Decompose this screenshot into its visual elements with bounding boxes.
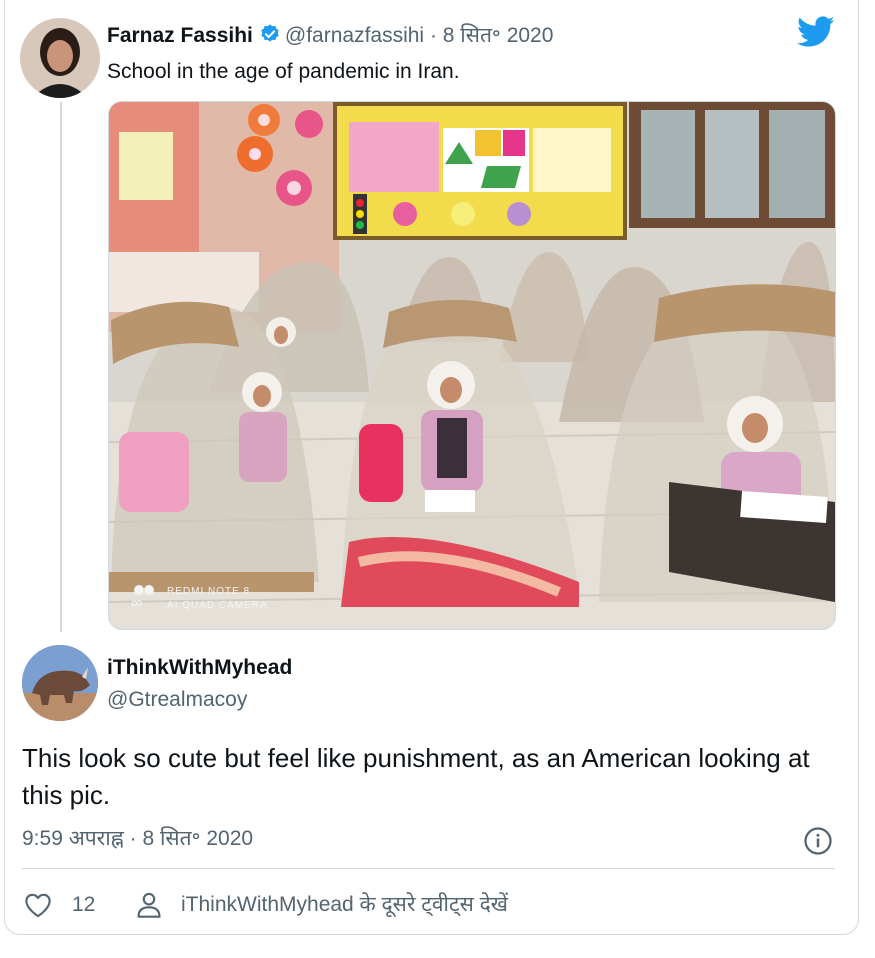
quoted-author-name[interactable]: Farnaz Fassihi	[107, 24, 253, 47]
tweet-text: This look so cute but feel like punishme…	[22, 743, 810, 810]
like-count: 12	[72, 893, 96, 916]
media-watermark-line2: AI QUAD CAMERA	[167, 600, 268, 611]
author-avatar[interactable]	[22, 645, 98, 721]
media-watermark-line1: REDMI NOTE 8	[167, 586, 250, 597]
author-handle[interactable]: @Gtrealmacoy	[107, 686, 247, 714]
heart-icon[interactable]	[24, 892, 52, 923]
actions-divider	[22, 868, 835, 869]
more-tweets-link[interactable]: iThinkWithMyhead के दूसरे ट्वीट्स देखें	[181, 891, 508, 919]
info-icon[interactable]	[803, 826, 833, 861]
thread-connector-line	[60, 102, 62, 632]
quoted-author-handle[interactable]: @farnazfassihi	[285, 24, 424, 47]
author-name[interactable]: iThinkWithMyhead	[107, 654, 292, 682]
person-icon[interactable]	[136, 891, 162, 924]
watermark-ai-icon: ∞	[131, 595, 142, 612]
quoted-meta-separator: ·	[429, 24, 437, 47]
timestamp-separator: ·	[129, 827, 137, 850]
twitter-bird-icon[interactable]	[797, 16, 835, 53]
tweet-date[interactable]: 8 सित॰ 2020	[142, 827, 253, 850]
tweet-time[interactable]: 9:59 अपराह्न	[22, 827, 124, 850]
quoted-tweet-date[interactable]: 8 सित॰ 2020	[443, 24, 554, 47]
tweet-timestamp[interactable]: 9:59 अपराह्न · 8 सित॰ 2020	[22, 824, 253, 854]
quoted-tweet-text: School in the age of pandemic in Iran.	[107, 60, 460, 83]
tweet-photo[interactable]: ∞ REDMI NOTE 8 AI QUAD CAMERA	[108, 101, 836, 630]
quoted-tweet-header: Farnaz Fassihi @farnazfassihi · 8 सित॰ 20…	[107, 22, 553, 53]
quoted-author-avatar[interactable]	[20, 18, 100, 98]
verified-badge-icon	[259, 23, 281, 53]
